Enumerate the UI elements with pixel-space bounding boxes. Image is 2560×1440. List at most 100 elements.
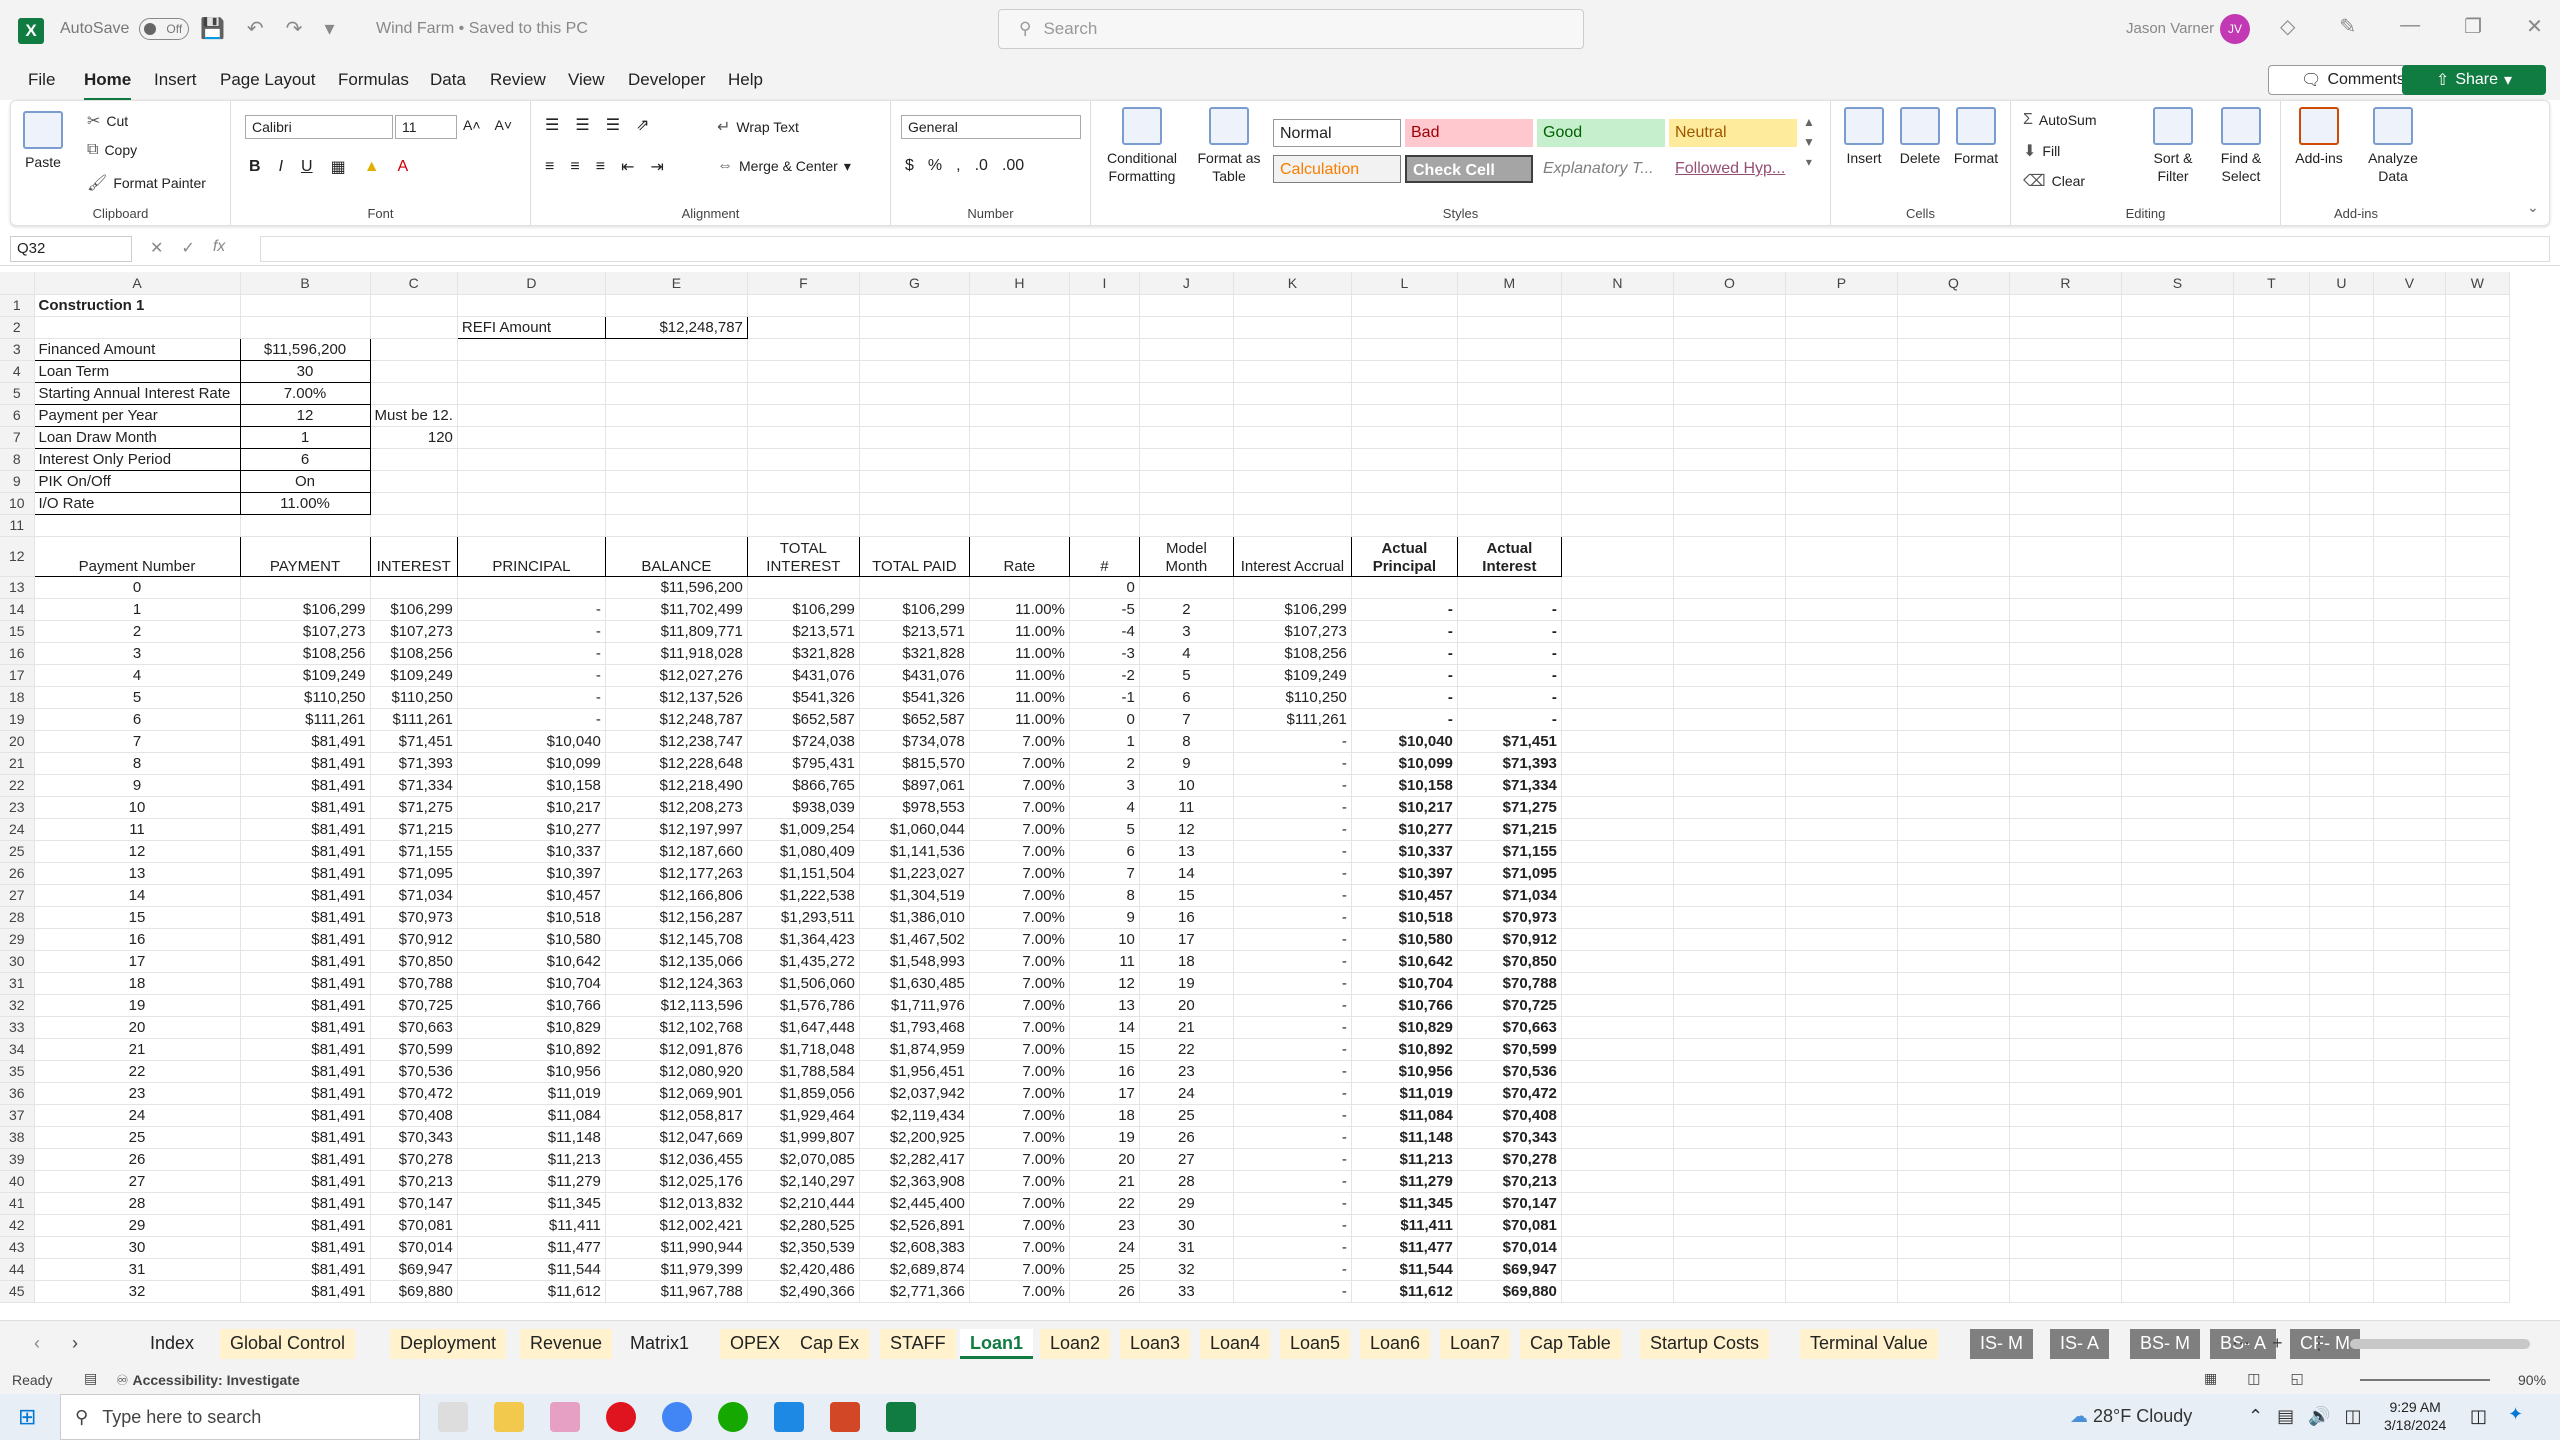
cell[interactable] — [2445, 972, 2510, 995]
cell[interactable]: $12,187,660 — [605, 840, 748, 863]
cell[interactable] — [2121, 906, 2234, 929]
cell[interactable] — [859, 360, 970, 383]
cell[interactable] — [2009, 360, 2122, 383]
cell[interactable]: $70,081 — [1457, 1214, 1562, 1237]
cell[interactable] — [1139, 492, 1234, 515]
row-header[interactable]: 9 — [0, 470, 35, 493]
cell[interactable] — [1457, 492, 1562, 515]
cell[interactable]: 0 — [34, 576, 241, 599]
cell[interactable]: $70,014 — [1457, 1236, 1562, 1259]
cell[interactable]: 2 — [1139, 598, 1234, 621]
cell[interactable] — [969, 316, 1070, 339]
cell[interactable] — [1561, 1148, 1674, 1171]
cell[interactable] — [969, 338, 1070, 361]
cell[interactable] — [1897, 906, 2010, 929]
cell[interactable] — [2121, 1148, 2234, 1171]
cell[interactable] — [2445, 1170, 2510, 1193]
cell[interactable]: 12 — [1139, 818, 1234, 841]
cell[interactable]: $71,034 — [1457, 884, 1562, 907]
cell[interactable] — [2233, 1126, 2310, 1149]
cell[interactable] — [1069, 360, 1140, 383]
copilot-icon[interactable]: ✦ — [2508, 1404, 2523, 1425]
cell[interactable]: $10,892 — [1351, 1038, 1458, 1061]
cell[interactable] — [1785, 1082, 1898, 1105]
cell[interactable]: 4 — [1069, 796, 1140, 819]
cell[interactable]: $2,119,434 — [859, 1104, 970, 1127]
cell[interactable]: $2,363,908 — [859, 1170, 970, 1193]
cell[interactable] — [2009, 576, 2122, 599]
cell[interactable] — [2373, 294, 2446, 317]
cell[interactable]: $71,334 — [1457, 774, 1562, 797]
row-header[interactable]: 45 — [0, 1280, 35, 1303]
cell[interactable] — [1673, 316, 1786, 339]
cell[interactable]: $2,140,297 — [747, 1170, 860, 1193]
cell[interactable] — [1897, 796, 2010, 819]
cell[interactable] — [1069, 294, 1140, 317]
cell[interactable] — [1069, 492, 1140, 515]
cell[interactable] — [1139, 576, 1234, 599]
macro-record-icon[interactable]: ▤ — [84, 1370, 97, 1387]
cell[interactable]: $71,393 — [1457, 752, 1562, 775]
cell[interactable] — [2009, 338, 2122, 361]
cell[interactable]: $1,793,468 — [859, 1016, 970, 1039]
cell[interactable]: 15 — [34, 906, 241, 929]
zoom-level[interactable]: 90% — [2518, 1372, 2546, 1388]
cell[interactable]: 11.00% — [239, 491, 371, 515]
row-header[interactable]: 21 — [0, 752, 35, 775]
cell[interactable]: $431,076 — [747, 664, 860, 687]
decrease-font-icon[interactable]: A˅ — [495, 117, 513, 133]
cell[interactable] — [1561, 840, 1674, 863]
cell[interactable] — [1673, 514, 1786, 537]
row-header[interactable]: 16 — [0, 642, 35, 665]
cell[interactable] — [2309, 906, 2374, 929]
row-header[interactable]: 7 — [0, 426, 35, 449]
cell[interactable]: $109,249 — [240, 664, 371, 687]
row-header[interactable]: 23 — [0, 796, 35, 819]
cell[interactable]: - — [1233, 796, 1352, 819]
cell[interactable] — [969, 576, 1070, 599]
cell[interactable] — [1457, 426, 1562, 449]
cell[interactable]: Must be 12. — [370, 404, 458, 427]
row-header[interactable]: 35 — [0, 1060, 35, 1083]
align-bottom-icon[interactable]: ☰ — [606, 115, 620, 135]
cell[interactable]: - — [1457, 686, 1562, 709]
cell[interactable]: $11,918,028 — [605, 642, 748, 665]
cell[interactable]: $71,393 — [370, 752, 458, 775]
cell[interactable]: $71,451 — [370, 730, 458, 753]
cell[interactable]: 9 — [1139, 752, 1234, 775]
cell[interactable]: $70,536 — [370, 1060, 458, 1083]
cell[interactable]: $12,208,273 — [605, 796, 748, 819]
cell[interactable] — [1897, 1038, 2010, 1061]
cell[interactable]: On — [239, 469, 371, 493]
cell[interactable]: Interest Only Period — [33, 447, 241, 471]
cell[interactable] — [1351, 294, 1458, 317]
cell[interactable] — [2445, 426, 2510, 449]
cell[interactable]: $1,222,538 — [747, 884, 860, 907]
cell[interactable] — [1785, 906, 1898, 929]
cell[interactable]: $70,408 — [370, 1104, 458, 1127]
cell[interactable]: 11.00% — [969, 642, 1070, 665]
autosave-toggle[interactable]: Off — [139, 18, 190, 40]
cell[interactable] — [2309, 316, 2374, 339]
cell[interactable] — [2121, 774, 2234, 797]
cell[interactable]: $81,491 — [240, 1192, 371, 1215]
cell[interactable] — [2009, 862, 2122, 885]
cell[interactable] — [2009, 884, 2122, 907]
cell[interactable]: $1,467,502 — [859, 928, 970, 951]
cell[interactable]: $1,223,027 — [859, 862, 970, 885]
cell[interactable] — [1457, 360, 1562, 383]
cell[interactable] — [1897, 536, 2010, 577]
cell[interactable] — [1785, 338, 1898, 361]
page-break-view-icon[interactable]: ◱ — [2290, 1370, 2303, 1387]
cell[interactable] — [1233, 316, 1352, 339]
format-cells-button[interactable]: Format — [1951, 107, 2001, 167]
cell[interactable] — [2373, 1038, 2446, 1061]
cell[interactable]: $2,526,891 — [859, 1214, 970, 1237]
cell[interactable] — [1785, 818, 1898, 841]
cell[interactable]: 22 — [1139, 1038, 1234, 1061]
menu-view[interactable]: View — [568, 70, 605, 90]
cell[interactable]: 0 — [1069, 708, 1140, 731]
cell[interactable]: 6 — [1069, 840, 1140, 863]
cell[interactable] — [2309, 950, 2374, 973]
cell[interactable]: - — [1233, 1214, 1352, 1237]
